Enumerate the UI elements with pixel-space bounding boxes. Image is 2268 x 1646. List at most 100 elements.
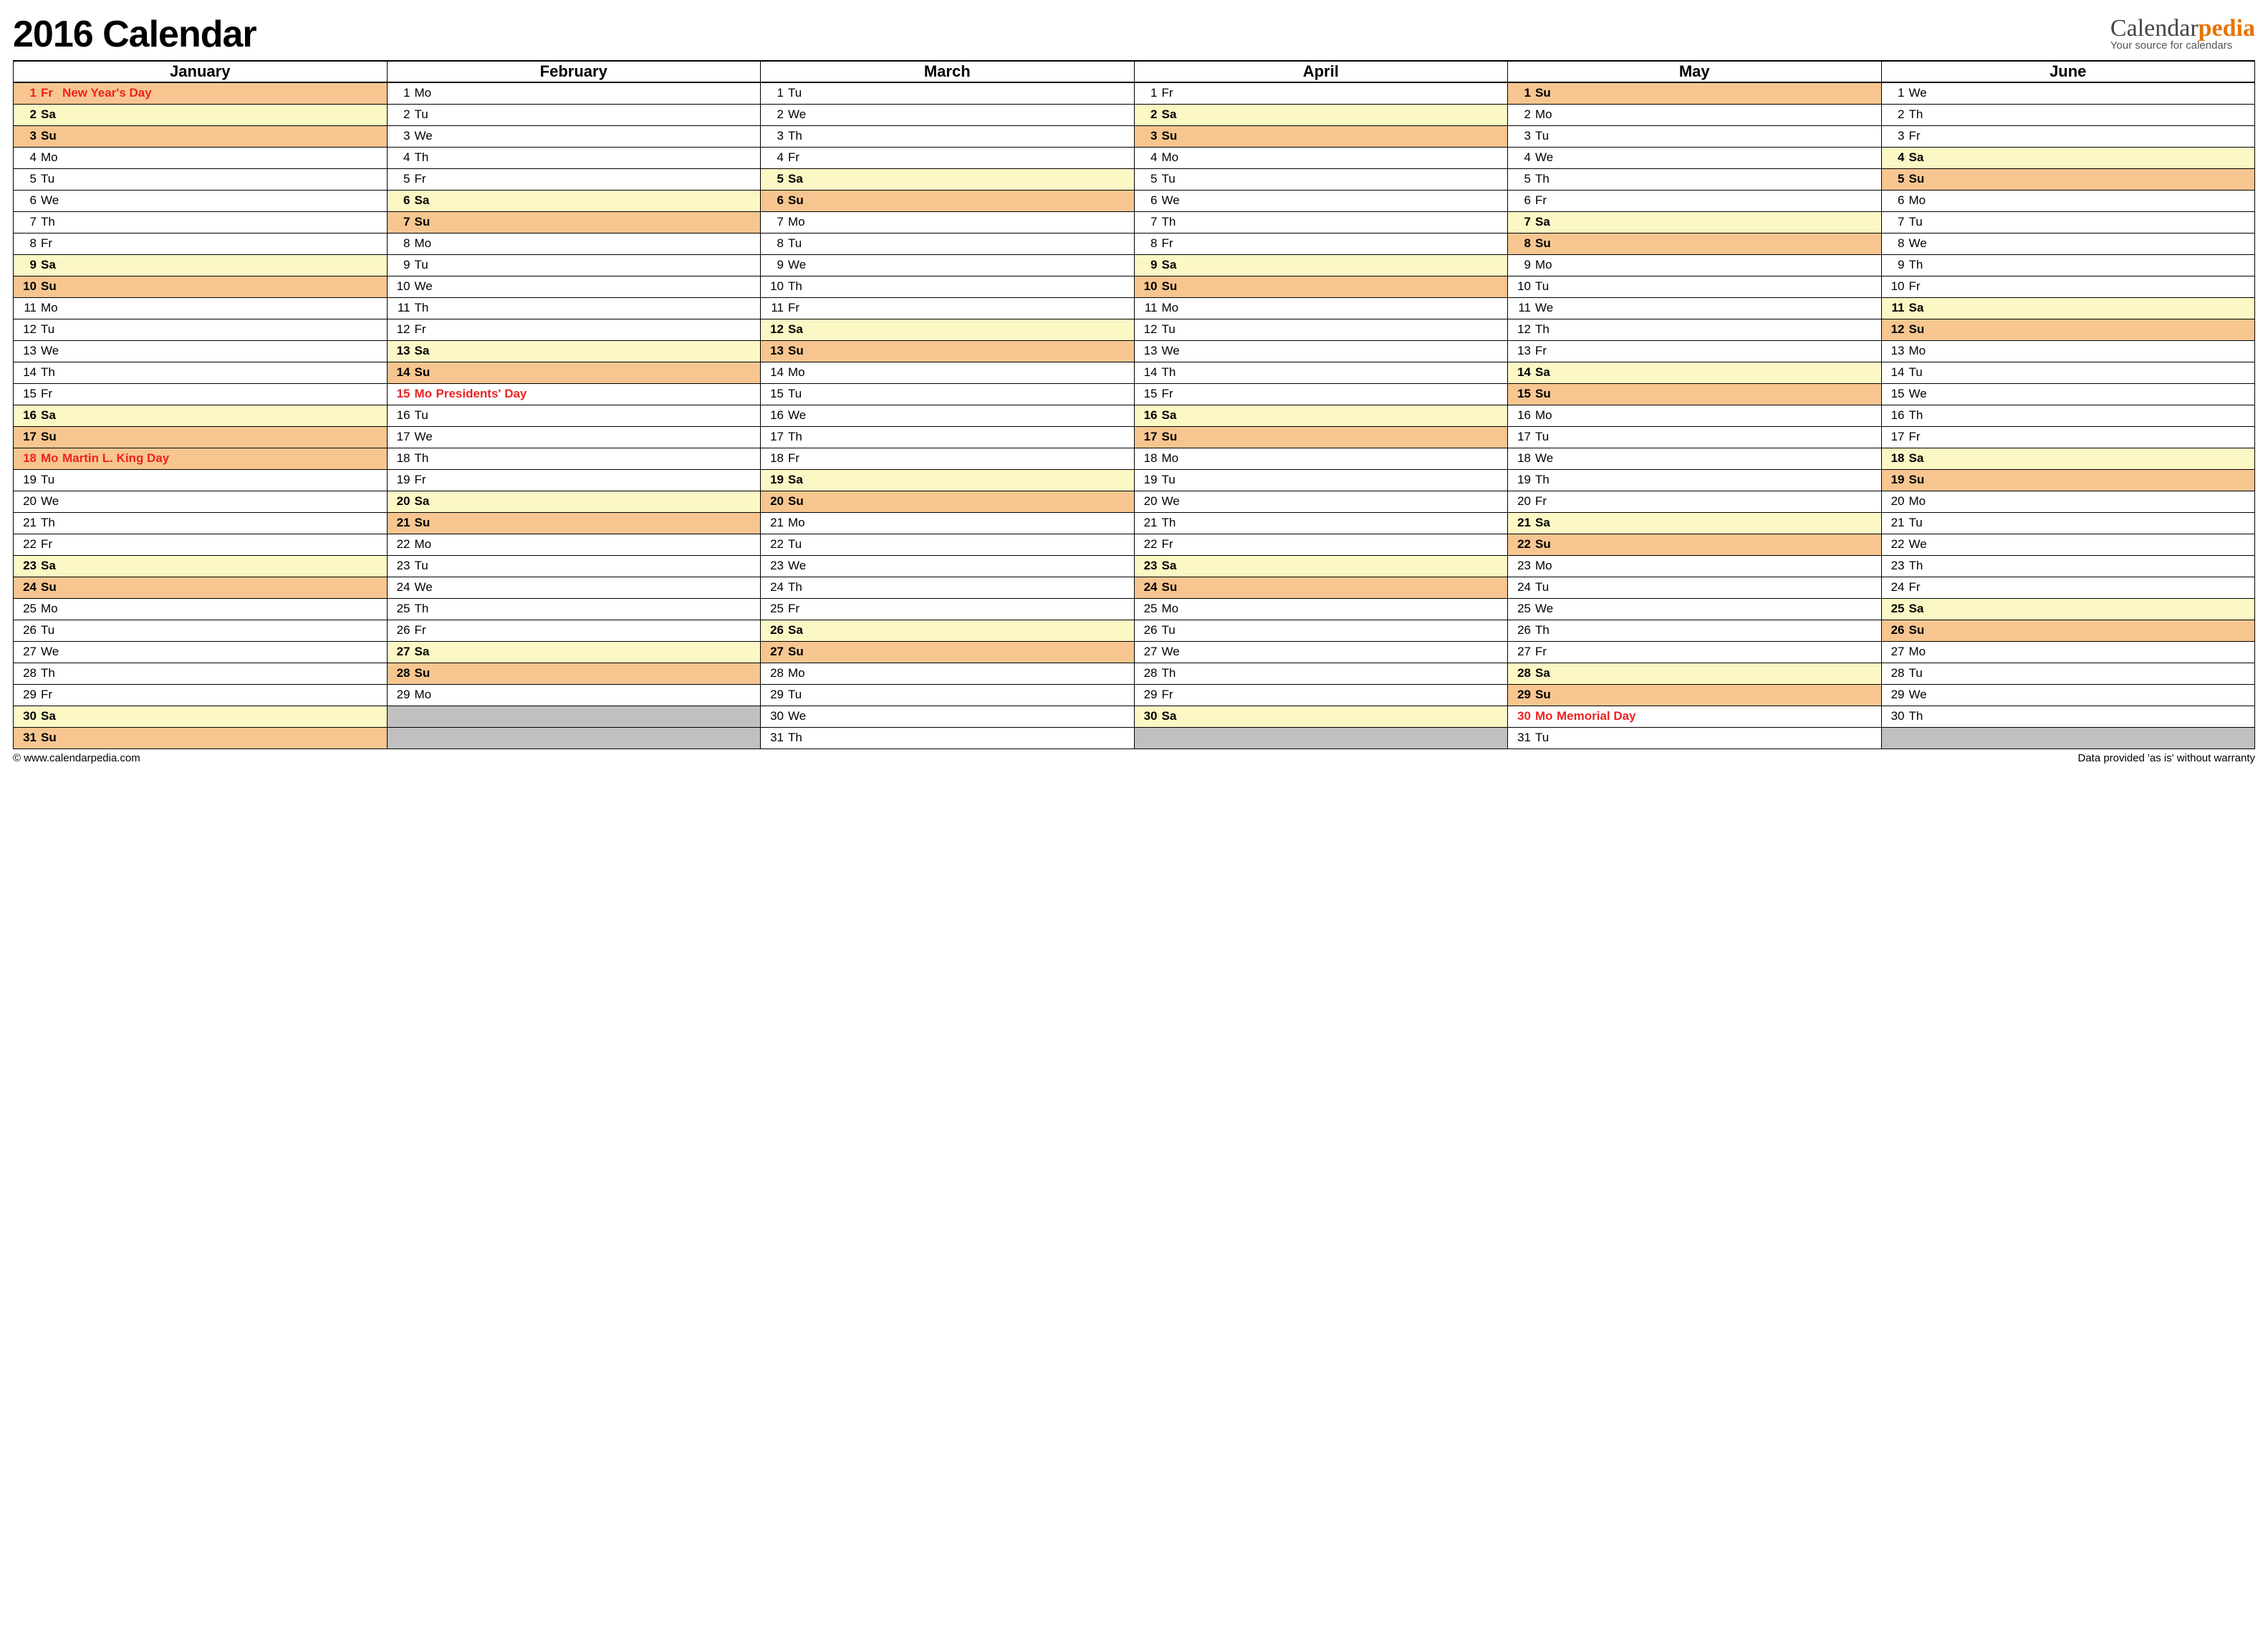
calendar-cell: 25Mo <box>14 598 388 620</box>
calendar-cell: 26Sa <box>761 620 1135 641</box>
day-number: 28 <box>1139 666 1158 680</box>
day-number: 4 <box>1886 150 1905 165</box>
calendar-row: 20We20Sa20Su20We20Fr20Mo <box>14 491 2255 512</box>
day-of-week: Th <box>1909 709 1929 723</box>
day-of-week: Mo <box>1909 193 1929 208</box>
calendar-cell: 17Tu <box>1508 426 1882 448</box>
calendar-cell: 1FrNew Year's Day <box>14 82 388 104</box>
day-of-week: Th <box>1909 559 1929 573</box>
calendar-row: 25Mo25Th25Fr25Mo25We25Sa <box>14 598 2255 620</box>
day-number: 11 <box>1139 301 1158 315</box>
calendar-cell: 10Su <box>14 276 388 297</box>
calendar-cell: 27We <box>1134 641 1508 663</box>
calendar-cell: 8Fr <box>1134 233 1508 254</box>
day-of-week: Sa <box>1162 709 1182 723</box>
day-of-week: Mo <box>415 387 435 401</box>
day-of-week: Tu <box>788 387 808 401</box>
calendar-cell: 16Sa <box>14 405 388 426</box>
day-of-week: Tu <box>41 322 61 337</box>
day-number: 12 <box>1512 322 1531 337</box>
day-of-week: Su <box>41 580 61 595</box>
day-number: 9 <box>1512 258 1531 272</box>
calendar-row: 13We13Sa13Su13We13Fr13Mo <box>14 340 2255 362</box>
calendar-cell: 27Fr <box>1508 641 1882 663</box>
day-number: 12 <box>1139 322 1158 337</box>
day-of-week: Th <box>1909 258 1929 272</box>
brand-suffix: pedia <box>2199 15 2255 42</box>
calendar-cell: 21Tu <box>1881 512 2255 534</box>
day-of-week: Sa <box>1535 215 1555 229</box>
day-of-week: Sa <box>1162 258 1182 272</box>
calendar-cell: 28Th <box>14 663 388 684</box>
day-of-week: Mo <box>41 301 61 315</box>
day-number: 23 <box>392 559 410 573</box>
day-of-week: Th <box>1162 365 1182 380</box>
day-number: 24 <box>1512 580 1531 595</box>
day-number: 20 <box>1886 494 1905 509</box>
calendar-row: 19Tu19Fr19Sa19Tu19Th19Su <box>14 469 2255 491</box>
calendar-cell: 31Tu <box>1508 727 1882 749</box>
day-number: 7 <box>1512 215 1531 229</box>
day-of-week: Sa <box>41 709 61 723</box>
calendar-cell: 29We <box>1881 684 2255 706</box>
day-number: 17 <box>765 430 784 444</box>
day-number: 29 <box>1512 688 1531 702</box>
day-of-week: Tu <box>1535 279 1555 294</box>
day-number: 10 <box>392 279 410 294</box>
day-number: 23 <box>765 559 784 573</box>
day-of-week: Fr <box>1909 129 1929 143</box>
calendar-cell: 11Sa <box>1881 297 2255 319</box>
calendar-cell: 21Su <box>387 512 761 534</box>
calendar-cell: 25Th <box>387 598 761 620</box>
calendar-cell: 25Mo <box>1134 598 1508 620</box>
day-number: 24 <box>392 580 410 595</box>
calendar-row: 12Tu12Fr12Sa12Tu12Th12Su <box>14 319 2255 340</box>
disclaimer-text: Data provided 'as is' without warranty <box>2077 752 2255 764</box>
calendar-cell: 18We <box>1508 448 1882 469</box>
day-of-week: Su <box>1909 322 1929 337</box>
calendar-cell: 24Tu <box>1508 577 1882 598</box>
day-number: 27 <box>1886 645 1905 659</box>
day-of-week: Mo <box>41 451 61 466</box>
calendar-cell: 7Su <box>387 211 761 233</box>
day-of-week: Fr <box>788 451 808 466</box>
calendar-cell: 5Su <box>1881 168 2255 190</box>
calendar-cell: 14Su <box>387 362 761 383</box>
day-of-week: Mo <box>1535 408 1555 423</box>
day-of-week: Th <box>788 580 808 595</box>
day-of-week: Su <box>1535 387 1555 401</box>
day-number: 1 <box>1886 86 1905 100</box>
calendar-cell: 3We <box>387 125 761 147</box>
calendar-cell: 2We <box>761 104 1135 125</box>
calendar-table: JanuaryFebruaryMarchAprilMayJune 1FrNew … <box>13 60 2255 749</box>
calendar-cell: 12 Th <box>1508 319 1882 340</box>
calendar-cell: 28Su <box>387 663 761 684</box>
calendar-cell: 9Mo <box>1508 254 1882 276</box>
day-number: 2 <box>1886 107 1905 122</box>
day-number: 16 <box>1886 408 1905 423</box>
day-number: 5 <box>1886 172 1905 186</box>
calendar-cell: 2Sa <box>14 104 388 125</box>
calendar-cell: 30We <box>761 706 1135 727</box>
day-of-week: Sa <box>415 344 435 358</box>
calendar-cell: 9Tu <box>387 254 761 276</box>
day-number: 29 <box>1139 688 1158 702</box>
day-of-week: Sa <box>1162 408 1182 423</box>
day-number: 27 <box>765 645 784 659</box>
day-of-week: Mo <box>1162 602 1182 616</box>
calendar-row: 10Su10We10Th10Su10Tu10Fr <box>14 276 2255 297</box>
day-number: 3 <box>1512 129 1531 143</box>
calendar-cell: 8Tu <box>761 233 1135 254</box>
calendar-cell: 10Su <box>1134 276 1508 297</box>
day-number: 5 <box>765 172 784 186</box>
day-of-week: Su <box>1909 623 1929 637</box>
day-number: 26 <box>765 623 784 637</box>
day-number: 7 <box>392 215 410 229</box>
day-number: 23 <box>1886 559 1905 573</box>
day-of-week: Th <box>1162 666 1182 680</box>
day-of-week: Th <box>1535 322 1555 337</box>
calendar-cell: 2Mo <box>1508 104 1882 125</box>
day-of-week: Mo <box>1909 645 1929 659</box>
day-of-week: Tu <box>415 408 435 423</box>
day-number: 11 <box>392 301 410 315</box>
